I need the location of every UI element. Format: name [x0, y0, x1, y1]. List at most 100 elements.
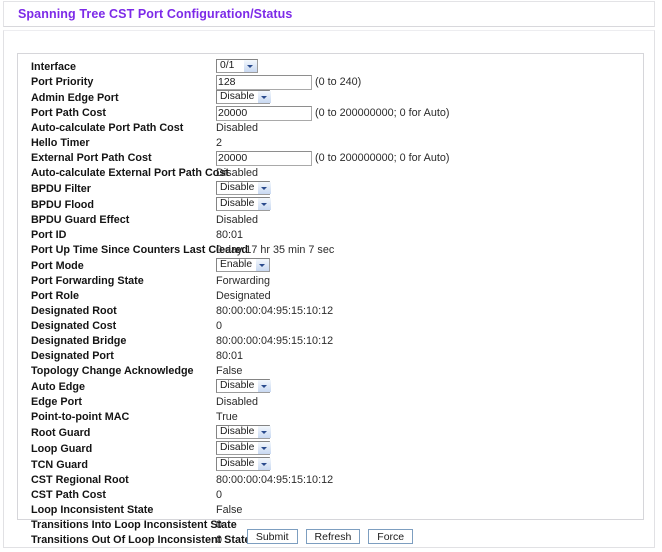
form-row: Port Role Designated [18, 289, 643, 304]
form-row: Auto-calculate External Port Path Cost Di… [18, 166, 643, 181]
field-value: 0 day 17 hr 35 min 7 sec [216, 244, 335, 256]
chevron-down-icon[interactable] [257, 442, 272, 454]
form-row: TCN Guard Disable [18, 457, 643, 473]
field-label: BPDU Guard Effect [31, 214, 130, 226]
form-row: CST Regional Root 80:00:00:04:95:15:10:12 [18, 473, 643, 488]
field-value: 80:00:00:04:95:15:10:12 [216, 305, 334, 317]
chevron-down-icon[interactable] [257, 458, 272, 470]
field-value: Disabled [216, 122, 259, 134]
form-row: Hello Timer 2 [18, 136, 643, 151]
form-row: BPDU Filter Disable [18, 181, 643, 197]
field-label: Port ID [31, 229, 67, 241]
field-value: False [216, 365, 243, 377]
form-row: CST Path Cost 0 [18, 488, 643, 503]
field-dropdown[interactable]: Disable [216, 457, 272, 471]
chevron-down-icon[interactable] [243, 60, 257, 72]
chevron-down-icon[interactable] [255, 259, 270, 271]
field-label: Loop Inconsistent State [31, 504, 154, 516]
field-label: Hello Timer [31, 137, 90, 149]
field-hint: (0 to 200000000; 0 for Auto) [315, 152, 450, 164]
field-value: 0 [216, 320, 223, 332]
form-row: BPDU Guard Effect Disabled [18, 213, 643, 228]
field-label: Designated Root [31, 305, 117, 317]
field-input[interactable] [216, 75, 312, 90]
chevron-down-icon[interactable] [257, 426, 272, 438]
field-value: 0 [216, 489, 223, 501]
form-row: Designated Bridge 80:00:00:04:95:15:10:12 [18, 334, 643, 349]
form-row: Loop Inconsistent State False [18, 503, 643, 518]
field-dropdown[interactable]: Disable [216, 441, 272, 455]
field-value: 80:00:00:04:95:15:10:12 [216, 474, 334, 486]
field-dropdown[interactable]: Disable [216, 181, 272, 195]
field-value: Forwarding [216, 275, 271, 287]
form-row: Admin Edge Port Disable [18, 90, 643, 106]
page-header: Spanning Tree CST Port Configuration/Sta… [3, 1, 655, 27]
form-rows: Interface 0/1 Port Priority (0 to 240) Admin… [18, 59, 643, 548]
chevron-down-icon[interactable] [257, 91, 272, 103]
field-label: TCN Guard [31, 459, 88, 471]
field-label: Port Forwarding State [31, 275, 144, 287]
field-dropdown[interactable]: Disable [216, 90, 272, 104]
port-configuration-form: Interface 0/1 Port Priority (0 to 240) Admin… [17, 53, 644, 546]
field-label: Interface [31, 61, 77, 73]
field-dropdown[interactable]: Disable [216, 197, 272, 211]
field-value: Disabled [216, 396, 259, 408]
form-row: Designated Root 80:00:00:04:95:15:10:12 [18, 304, 643, 319]
field-dropdown[interactable]: Disable [216, 379, 272, 393]
field-hint: (0 to 240) [315, 76, 362, 88]
field-hint: (0 to 200000000; 0 for Auto) [315, 107, 450, 119]
field-label: BPDU Flood [31, 199, 94, 211]
form-row: Port Priority (0 to 240) [18, 75, 643, 90]
field-label: Port Mode [31, 260, 84, 272]
field-label: Root Guard [31, 427, 91, 439]
dropdown-value: Disable [220, 182, 255, 193]
field-label: External Port Path Cost [31, 152, 152, 164]
field-dropdown[interactable]: Disable [216, 425, 272, 439]
field-dropdown[interactable]: Enable [216, 258, 270, 272]
field-label: Loop Guard [31, 443, 93, 455]
form-row: Auto Edge Disable [18, 379, 643, 395]
field-label: Edge Port [31, 396, 82, 408]
form-row: Point-to-point MAC True [18, 410, 643, 425]
form-row: Port Up Time Since Counters Last Cleared… [18, 243, 643, 258]
form-row: Auto-calculate Port Path Cost Disabled [18, 121, 643, 136]
field-value: 2 [216, 137, 223, 149]
refresh-button[interactable]: Refresh [305, 529, 361, 544]
field-label: CST Regional Root [31, 474, 129, 486]
form-row: Port ID 80:01 [18, 228, 643, 243]
field-dropdown[interactable]: 0/1 [216, 59, 258, 73]
dropdown-value: 0/1 [220, 60, 235, 71]
dropdown-value: Disable [220, 458, 255, 469]
field-label: Admin Edge Port [31, 92, 119, 104]
dropdown-value: Disable [220, 426, 255, 437]
content-panel: Interface 0/1 Port Priority (0 to 240) Admin… [3, 30, 655, 548]
field-label: Designated Port [31, 350, 114, 362]
submit-button[interactable]: Submit [246, 529, 298, 544]
field-label: Point-to-point MAC [31, 411, 130, 423]
chevron-down-icon[interactable] [257, 198, 272, 210]
button-bar: Submit Refresh Force [4, 529, 656, 544]
field-label: Designated Bridge [31, 335, 127, 347]
form-row: Edge Port Disabled [18, 395, 643, 410]
field-input[interactable] [216, 151, 312, 166]
field-value: Disabled [216, 214, 259, 226]
dropdown-value: Disable [220, 198, 255, 209]
field-label: BPDU Filter [31, 183, 91, 195]
field-label: Auto-calculate External Port Path Cost [31, 167, 229, 179]
field-label: Designated Cost [31, 320, 117, 332]
force-button[interactable]: Force [368, 529, 414, 544]
field-input[interactable] [216, 106, 312, 121]
form-row: Port Forwarding State Forwarding [18, 274, 643, 289]
field-label: Port Path Cost [31, 107, 106, 119]
dropdown-value: Disable [220, 91, 255, 102]
form-row: Designated Cost 0 [18, 319, 643, 334]
form-row: Port Path Cost (0 to 200000000; 0 for Aut… [18, 106, 643, 121]
field-value: 80:01 [216, 229, 244, 241]
form-row: External Port Path Cost (0 to 200000000; … [18, 151, 643, 166]
chevron-down-icon[interactable] [257, 380, 272, 392]
chevron-down-icon[interactable] [257, 182, 272, 194]
field-value: Designated [216, 290, 271, 302]
form-row: Topology Change Acknowledge False [18, 364, 643, 379]
field-label: Port Priority [31, 76, 94, 88]
form-row: Root Guard Disable [18, 425, 643, 441]
